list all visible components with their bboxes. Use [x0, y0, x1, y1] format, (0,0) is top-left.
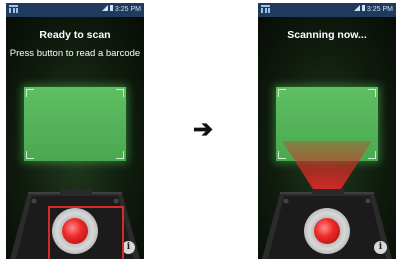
battery-icon — [109, 5, 113, 11]
screen-subtitle: Press button to read a barcode — [9, 48, 141, 59]
screen-title: Ready to scan — [39, 29, 111, 41]
status-bar: 3:25 PM — [6, 3, 144, 17]
corner-marker — [278, 151, 286, 159]
corner-marker — [278, 89, 286, 97]
info-icon[interactable]: i — [374, 241, 387, 254]
scan-button-highlight — [48, 206, 124, 259]
battery-icon — [361, 5, 365, 11]
arrow-right-icon: ➔ — [193, 116, 214, 143]
status-time: 3:25 PM — [366, 6, 393, 13]
status-bar: 3:25 PM — [258, 3, 396, 17]
phone-screen-ready: 3:25 PM Ready to scan Press button to re… — [6, 3, 144, 259]
corner-marker — [116, 151, 124, 159]
corner-marker — [116, 89, 124, 97]
signal-icon — [101, 5, 108, 11]
phone-screen-scanning: 3:25 PM Scanning now... i — [258, 3, 396, 259]
corner-marker — [368, 89, 376, 97]
notification-icon — [9, 5, 19, 14]
notification-icon — [261, 5, 271, 14]
screen-title: Scanning now... — [287, 29, 367, 41]
corner-marker — [26, 89, 34, 97]
corner-marker — [368, 151, 376, 159]
corner-marker — [26, 151, 34, 159]
scan-button-red-cap[interactable] — [314, 218, 340, 244]
status-time: 3:25 PM — [114, 6, 141, 13]
scanner-head — [312, 189, 344, 195]
scan-window — [24, 87, 126, 161]
signal-icon — [353, 5, 360, 11]
scanner-head — [60, 189, 92, 195]
